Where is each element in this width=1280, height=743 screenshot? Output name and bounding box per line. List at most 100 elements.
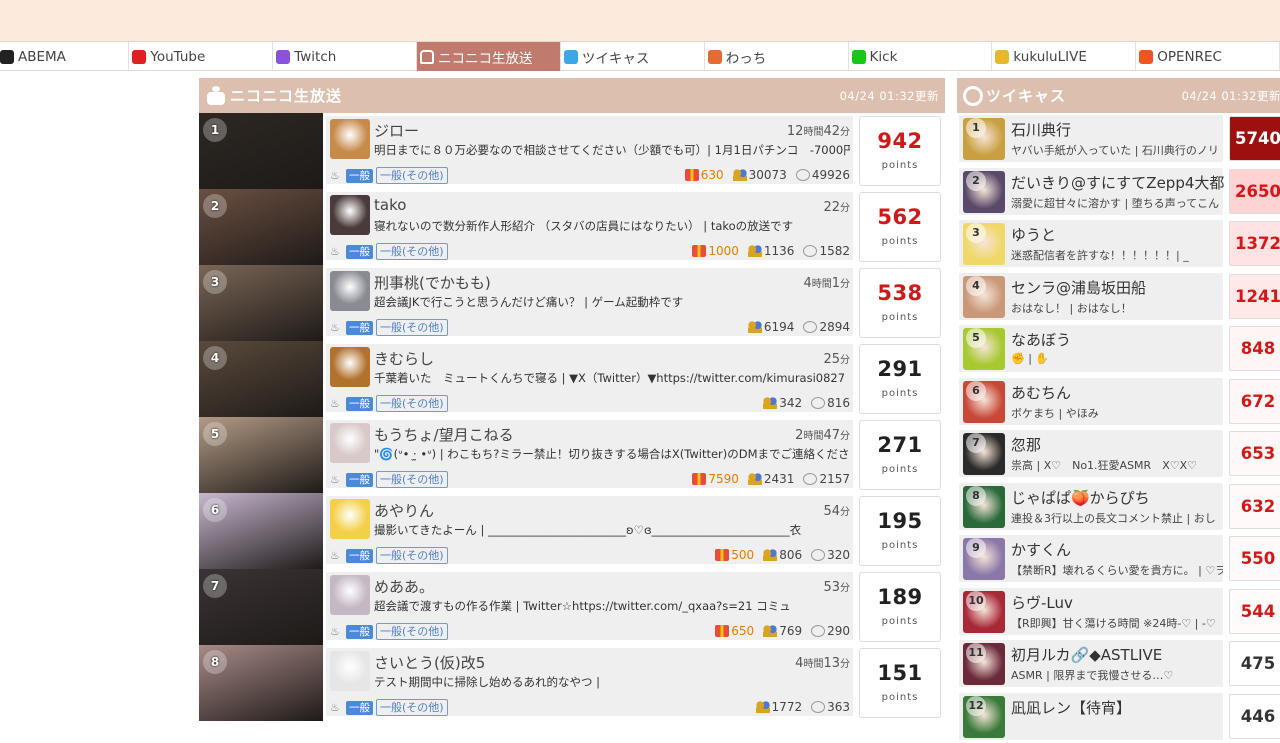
broadcaster-name[interactable]: さいとう(仮)改5 (374, 652, 485, 673)
category-badge[interactable]: 一般 (346, 321, 373, 335)
avatar[interactable] (330, 423, 370, 463)
stream-title[interactable]: 寝れないので数分新作人形紹介 （スタバの店員にはなりたい） | takoの放送で… (374, 218, 850, 234)
stream-row[interactable]: 3 刑事桃(でかもも) 4時間1分 超会議JKで行こうと思うんだけど痛い？ | … (199, 265, 945, 341)
tab-kukulu[interactable]: kukuluLIVE (992, 42, 1136, 71)
tab-twitch[interactable]: Twitch (273, 42, 417, 71)
broadcaster-name[interactable]: ジロー (374, 120, 419, 141)
broadcaster-name[interactable]: 凪凪レン【待宵】 (1011, 697, 1131, 718)
stream-row[interactable]: 7 忽那 祟高 | X♡ No1.狂愛ASMR X♡X♡ 653 (957, 428, 1280, 481)
category-tag[interactable]: 一般(その他) (376, 395, 448, 412)
stream-title[interactable]: 【R即興】甘く蕩ける時間 ※24時-♡ | -♡ (1011, 615, 1223, 631)
stream-thumbnail[interactable]: 6 (199, 493, 323, 569)
stream-row[interactable]: 6 あむちん ボケまち | やほみ 672 (957, 376, 1280, 429)
stream-thumbnail[interactable]: 5 (199, 417, 323, 493)
category-badge[interactable]: 一般 (346, 245, 373, 259)
stream-title[interactable]: ASMR | 限界まで我慢させる…♡ (1011, 667, 1223, 683)
tab-niconico[interactable]: ニコニコ生放送 (417, 42, 561, 71)
category-badge[interactable]: 一般 (346, 397, 373, 411)
category-tag[interactable]: 一般(その他) (376, 547, 448, 564)
stream-title[interactable]: ヤバい手紙が入っていた | 石川典行のノリ (1011, 142, 1223, 158)
stream-thumbnail[interactable]: 3 (199, 265, 323, 341)
category-tag[interactable]: 一般(その他) (376, 623, 448, 640)
broadcaster-name[interactable]: tako (374, 196, 406, 214)
category-badge[interactable]: 一般 (346, 549, 373, 563)
stream-row[interactable]: 10 らヴ-Luv 【R即興】甘く蕩ける時間 ※24時-♡ | -♡ 544 (957, 586, 1280, 639)
stream-row[interactable]: 9 かすくん 【禁断R】壊れるくらい愛を貴方に。 | ♡ヲ 550 (957, 533, 1280, 586)
stream-row[interactable]: 2 だいきり@すにすてZepp4大都 溺愛に超甘々に溶かす | 堕ちる声ってこん… (957, 166, 1280, 219)
stream-title[interactable]: 【禁断R】壊れるくらい愛を貴方に。 | ♡ヲ (1011, 562, 1223, 578)
stream-row[interactable]: 3 ゆうと 迷惑配信者を許すな！！！！！！| _ 1372 (957, 218, 1280, 271)
stream-thumbnail[interactable]: 2 (199, 189, 323, 265)
broadcaster-name[interactable]: 石川典行 (1011, 119, 1071, 140)
stream-title[interactable]: ✊ | ✋ (1011, 352, 1223, 365)
broadcaster-name[interactable]: 忽那 (1011, 434, 1041, 455)
category-tag[interactable]: 一般(その他) (376, 471, 448, 488)
tab-twitcasting[interactable]: ツイキャス (561, 42, 705, 71)
stream-row[interactable]: 1 ジロー 12時間42分 明日までに８０万必要なので相談させてください（少額で… (199, 113, 945, 189)
stream-row[interactable]: 7 めああ。 53分 超会議で渡すもの作る作業 | Twitter☆https:… (199, 569, 945, 645)
broadcaster-name[interactable]: じゃぱぱ🍑からぴち (1011, 487, 1150, 508)
broadcaster-name[interactable]: きむらし (374, 348, 434, 369)
avatar[interactable] (330, 651, 370, 691)
stream-title[interactable]: 迷惑配信者を許すな！！！！！！| _ (1011, 247, 1223, 263)
stream-title[interactable]: 明日までに８０万必要なので相談させてください（少額でも可）| 1月1日パチンコ … (374, 142, 850, 158)
tab-abema[interactable]: ABEMA (0, 42, 129, 71)
broadcaster-name[interactable]: めああ。 (374, 576, 434, 597)
stream-row[interactable]: 12 凪凪レン【待宵】 446 (957, 691, 1280, 743)
stream-title[interactable]: ボケまち | やほみ (1011, 405, 1223, 421)
avatar[interactable] (330, 119, 370, 159)
broadcaster-name[interactable]: あむちん (1011, 382, 1071, 403)
stream-title[interactable]: 超会議JKで行こうと思うんだけど痛い？ | ゲーム起動枠です (374, 294, 850, 310)
stream-thumbnail[interactable]: 8 (199, 645, 323, 721)
broadcaster-name[interactable]: センラ@浦島坂田船 (1011, 277, 1146, 298)
avatar[interactable] (330, 575, 370, 615)
broadcaster-name[interactable]: あやりん (374, 500, 434, 521)
stream-row[interactable]: 2 tako 22分 寝れないので数分新作人形紹介 （スタバの店員にはなりたい）… (199, 189, 945, 265)
avatar[interactable] (330, 347, 370, 387)
stream-row[interactable]: 8 さいとう(仮)改5 4時間13分 テスト期間中に掃除し始めるあれ的なやつ |… (199, 645, 945, 721)
category-tag[interactable]: 一般(その他) (376, 319, 448, 336)
stream-title[interactable]: "🌀(ᐡ• ·̫ •ᐡ) | わこもち?ミラー禁止！切り抜きする場合はX(Twi… (374, 446, 850, 462)
broadcaster-name[interactable]: らヴ-Luv (1011, 592, 1073, 613)
broadcaster-name[interactable]: だいきり@すにすてZepp4大都 (1011, 172, 1224, 193)
stream-row[interactable]: 1 石川典行 ヤバい手紙が入っていた | 石川典行のノリ 5740 (957, 113, 1280, 166)
stream-row[interactable]: 8 じゃぱぱ🍑からぴち 連投＆3行以上の長文コメント禁止 | おし 632 (957, 481, 1280, 534)
stream-title[interactable]: 溺愛に超甘々に溶かす | 堕ちる声ってこん (1011, 195, 1223, 211)
broadcaster-name[interactable]: 初月ルカ🔗◆ASTLIVE (1011, 644, 1162, 665)
category-badge[interactable]: 一般 (346, 701, 373, 715)
avatar[interactable] (330, 195, 370, 235)
broadcaster-name[interactable]: もうちょ/望月こねる (374, 424, 514, 445)
broadcaster-name[interactable]: 刑事桃(でかもも) (374, 272, 491, 293)
stream-title[interactable]: おはなし！ | おはなし！ (1011, 300, 1223, 316)
stream-title[interactable]: 千葉着いた ミュートくんちで寝る | ▼X（Twitter）▼https://t… (374, 370, 850, 386)
stream-row[interactable]: 4 きむらし 25分 千葉着いた ミュートくんちで寝る | ▼X（Twitter… (199, 341, 945, 417)
broadcaster-name[interactable]: かすくん (1011, 539, 1071, 560)
category-tag[interactable]: 一般(その他) (376, 243, 448, 260)
stream-row[interactable]: 5 もうちょ/望月こねる 2時間47分 "🌀(ᐡ• ·̫ •ᐡ) | わこもち?… (199, 417, 945, 493)
avatar[interactable] (330, 499, 370, 539)
broadcaster-name[interactable]: なあぼう (1011, 329, 1071, 350)
tab-youtube[interactable]: YouTube (129, 42, 273, 71)
category-badge[interactable]: 一般 (346, 473, 373, 487)
broadcaster-name[interactable]: ゆうと (1011, 224, 1056, 245)
stream-thumbnail[interactable]: 4 (199, 341, 323, 417)
category-tag[interactable]: 一般(その他) (376, 699, 448, 716)
stream-title[interactable]: テスト期間中に掃除し始めるあれ的なやつ | (374, 674, 850, 690)
stream-title[interactable]: 祟高 | X♡ No1.狂愛ASMR X♡X♡ (1011, 457, 1223, 473)
stream-title[interactable]: 超会議で渡すもの作る作業 | Twitter☆https://twitter.c… (374, 598, 850, 614)
stream-thumbnail[interactable]: 1 (199, 113, 323, 189)
avatar[interactable] (330, 271, 370, 311)
category-badge[interactable]: 一般 (346, 169, 373, 183)
stream-row[interactable]: 6 あやりん 54分 撮影いてきたよーん | _________________… (199, 493, 945, 569)
stream-row[interactable]: 11 初月ルカ🔗◆ASTLIVE ASMR | 限界まで我慢させる…♡ 475 (957, 638, 1280, 691)
tab-wacchi[interactable]: わっち (705, 42, 849, 71)
stream-title[interactable]: 連投＆3行以上の長文コメント禁止 | おし (1011, 510, 1223, 526)
tab-openrec[interactable]: OPENREC (1136, 42, 1280, 71)
category-badge[interactable]: 一般 (346, 625, 373, 639)
stream-row[interactable]: 4 センラ@浦島坂田船 おはなし！ | おはなし！ 1241 (957, 271, 1280, 324)
category-tag[interactable]: 一般(その他) (376, 167, 448, 184)
stream-row[interactable]: 5 なあぼう ✊ | ✋ 848 (957, 323, 1280, 376)
stream-title[interactable]: 撮影いてきたよーん | ________________________ʚ♡ɞ_… (374, 522, 850, 538)
stream-thumbnail[interactable]: 7 (199, 569, 323, 645)
tab-kick[interactable]: Kick (849, 42, 993, 71)
